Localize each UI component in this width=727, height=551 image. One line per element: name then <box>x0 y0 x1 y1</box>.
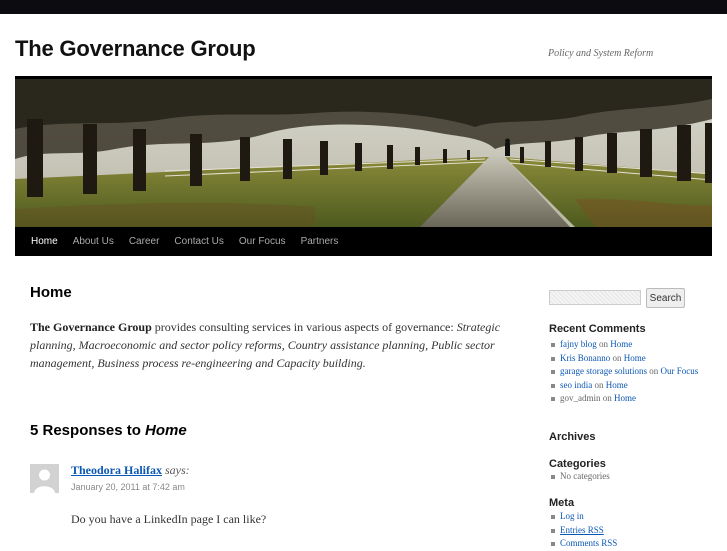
recent-comment-on: on <box>646 366 661 376</box>
recent-comment-author[interactable]: fajny blog <box>560 339 597 349</box>
list-item: garage storage solutions on Our Focus <box>549 365 699 379</box>
nav-item-contact-us: Contact Us <box>166 227 230 256</box>
page-intro: The Governance Group provides consulting… <box>30 318 510 372</box>
recent-comment-on: on <box>610 352 624 363</box>
recent-comment-post[interactable]: Home <box>614 393 636 403</box>
top-bar <box>0 0 727 14</box>
intro-company-name: The Governance Group <box>30 320 152 334</box>
list-item: No categories <box>549 470 610 484</box>
list-item: gov_admin on Home <box>549 392 699 406</box>
comment-says: says: <box>162 463 190 477</box>
recent-comments-list: fajny blog on Home Kris Bonanno on Home … <box>549 338 699 406</box>
meta-link-comments-rss[interactable]: Comments RSS <box>560 538 617 548</box>
archives-title: Archives <box>549 431 596 443</box>
meta-link-entries-rss[interactable]: Entries RSS <box>560 525 604 535</box>
recent-comment-post[interactable]: Home <box>610 339 632 349</box>
recent-comment-post[interactable]: Our Focus <box>660 366 698 376</box>
recent-comment-on: on <box>592 379 606 390</box>
comments-title-subject: Home <box>145 422 187 439</box>
nav-item-our-focus: Our Focus <box>231 227 293 256</box>
site-title: The Governance Group <box>15 36 256 62</box>
search-input[interactable] <box>549 290 641 305</box>
recent-comment-author: gov_admin <box>560 393 601 403</box>
categories-title: Categories <box>549 458 606 470</box>
default-avatar-icon <box>30 464 59 493</box>
meta-title: Meta <box>549 497 575 509</box>
nav-link-career[interactable]: Career <box>121 227 167 256</box>
recent-comment-on: on <box>596 339 611 349</box>
nav-item-home: Home <box>23 227 65 256</box>
recent-comment-on: on <box>600 393 614 403</box>
search-button[interactable]: Search <box>646 288 685 308</box>
recent-comment-post[interactable]: Home <box>606 380 628 390</box>
comments-title: 5 Responses to Home <box>30 422 187 439</box>
header-image <box>15 79 712 227</box>
nav-item-career: Career <box>121 227 167 256</box>
categories-list: No categories <box>549 470 610 484</box>
recent-comment-post[interactable]: Home <box>624 353 646 363</box>
comment-date[interactable]: January 20, 2011 at 7:42 am <box>71 482 185 492</box>
meta-list: Log in Entries RSS Comments RSS <box>549 510 617 551</box>
list-item: fajny blog on Home <box>549 338 699 352</box>
comments-title-prefix: 5 Responses to <box>30 422 146 439</box>
nav-link-home[interactable]: Home <box>23 227 65 256</box>
site-title-link[interactable]: The Governance Group <box>15 36 256 61</box>
comment-author-link[interactable]: Theodora Halifax <box>71 463 162 477</box>
tree-avenue-photo <box>15 79 712 227</box>
recent-comment-author[interactable]: garage storage solutions <box>560 366 647 376</box>
list-item: Kris Bonanno on Home <box>549 352 699 366</box>
comment-body: Do you have a LinkedIn page I can like? <box>71 512 267 526</box>
main-navigation: Home About Us Career Contact Us Our Focu… <box>15 227 712 256</box>
nav-item-about-us: About Us <box>65 227 121 256</box>
nav-link-contact-us[interactable]: Contact Us <box>166 227 230 256</box>
list-item: Entries RSS <box>549 524 617 538</box>
comment-date-text: January 20, 2011 at 7:42 am <box>71 482 185 492</box>
list-item: Log in <box>549 510 617 524</box>
list-item: Comments RSS <box>549 537 617 551</box>
comment-author: Theodora Halifax says: <box>71 463 190 478</box>
nav-link-partners[interactable]: Partners <box>293 227 346 256</box>
recent-comment-author[interactable]: Kris Bonanno <box>560 353 610 363</box>
site-description: Policy and System Reform <box>548 48 654 59</box>
avatar <box>30 464 59 493</box>
intro-text: provides consulting services in various … <box>151 320 457 334</box>
recent-comments-title: Recent Comments <box>549 323 646 335</box>
main-content: Home The Governance Group provides consu… <box>30 284 510 372</box>
categories-empty: No categories <box>560 471 610 481</box>
nav-item-partners: Partners <box>293 227 346 256</box>
nav-link-about-us[interactable]: About Us <box>65 227 121 256</box>
meta-link-login[interactable]: Log in <box>560 511 584 521</box>
recent-comment-author[interactable]: seo india <box>560 380 592 390</box>
nav-link-our-focus[interactable]: Our Focus <box>231 227 293 256</box>
page-title: Home <box>30 284 72 301</box>
list-item: seo india on Home <box>549 379 699 393</box>
